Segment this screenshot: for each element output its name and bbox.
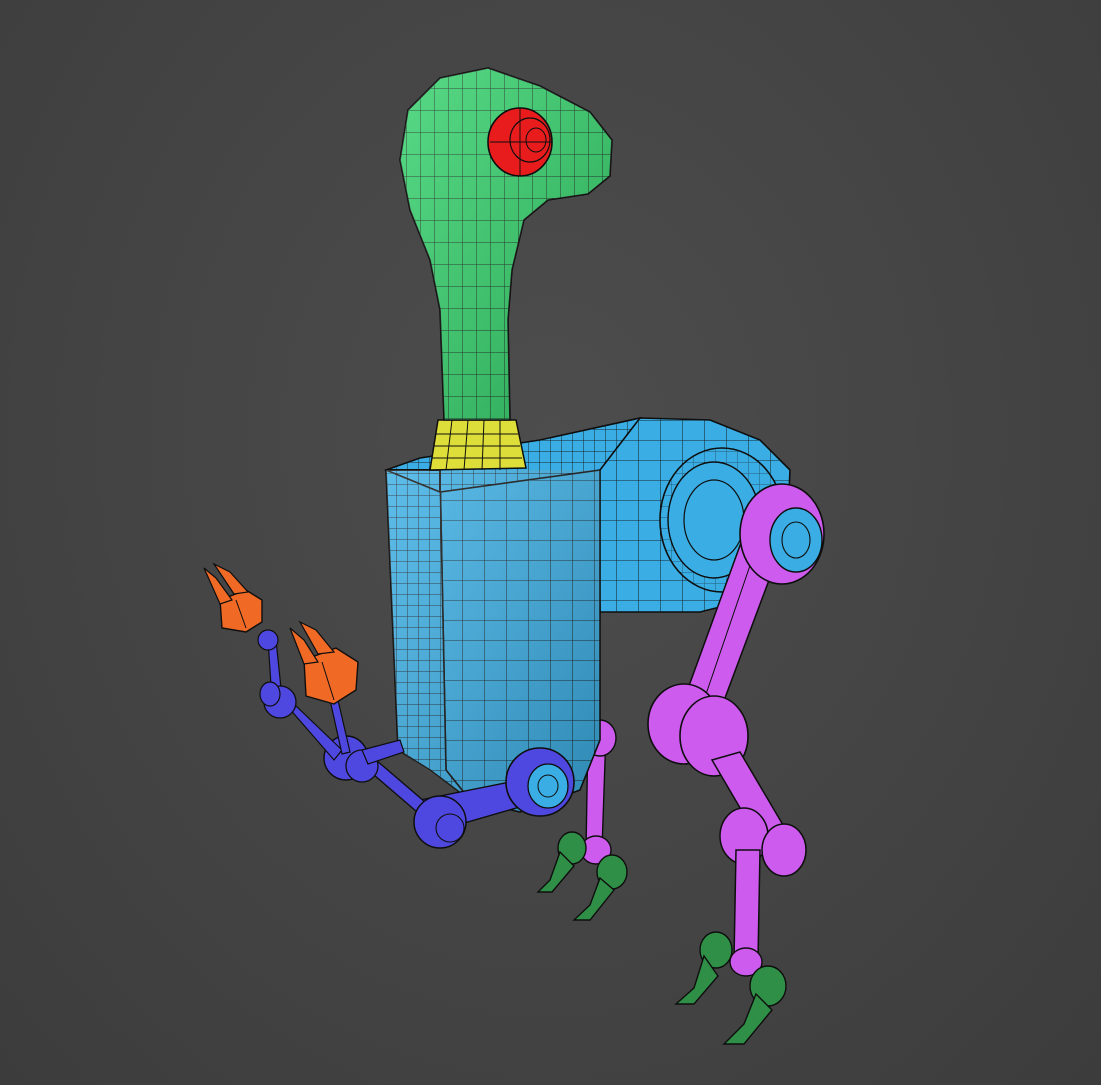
foot-far[interactable] — [536, 831, 628, 921]
wireframe-robot-model[interactable] — [0, 0, 1101, 1085]
3d-viewport[interactable] — [0, 0, 1101, 1085]
eye[interactable] — [487, 107, 553, 177]
claw-upper[interactable] — [203, 562, 263, 633]
neck-collar[interactable] — [429, 419, 527, 471]
foot-near[interactable] — [674, 931, 787, 1045]
claw-lower[interactable] — [289, 620, 359, 705]
